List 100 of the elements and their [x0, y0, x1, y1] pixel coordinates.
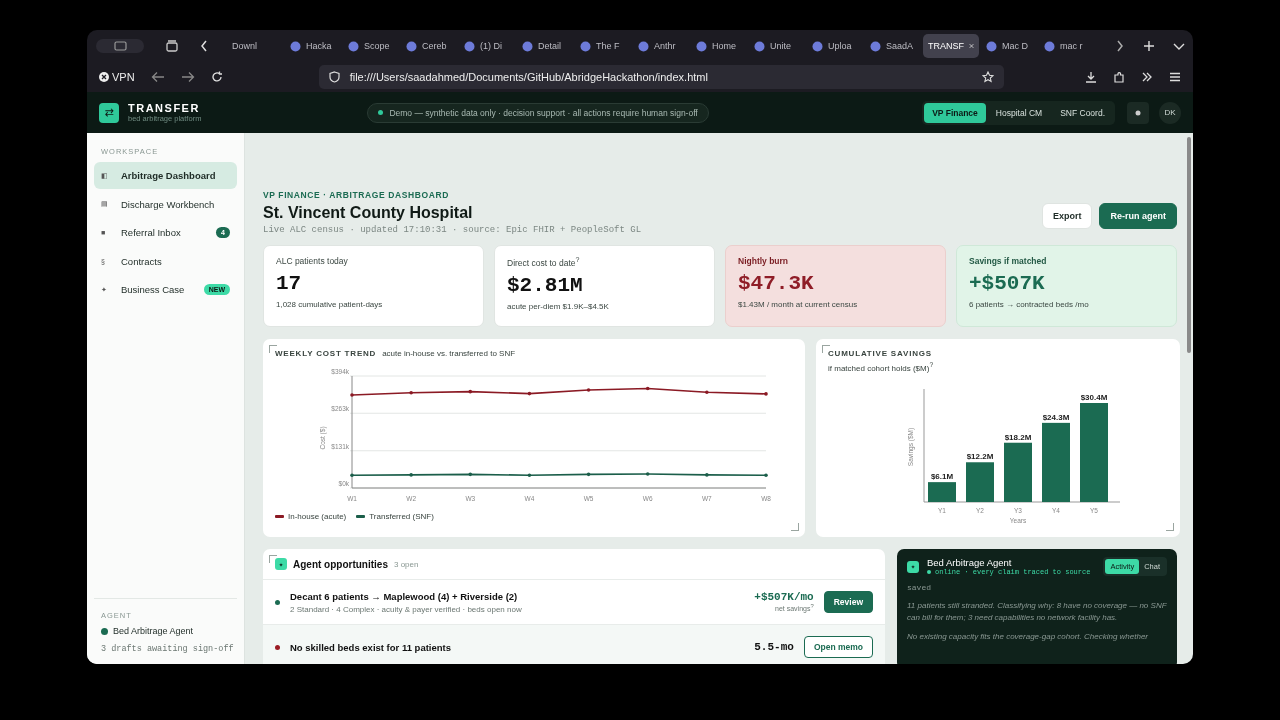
kpi-label: Nightly burn — [738, 256, 790, 266]
chevron-right-icon[interactable] — [1115, 39, 1125, 53]
vpn-button[interactable]: VPN — [99, 71, 135, 83]
settings-button[interactable] — [1127, 101, 1149, 124]
kpi-label: Savings if matched — [969, 256, 1048, 266]
browser-tab[interactable]: The F — [575, 34, 631, 58]
chart-title: WEEKLY COST TREND — [275, 349, 377, 358]
chart-title: CUMULATIVE SAVINGS — [828, 349, 933, 358]
browser-tab[interactable]: mac r — [1039, 34, 1095, 58]
tab-overview-icon[interactable] — [165, 39, 179, 53]
role-tab[interactable]: VP Finance — [924, 102, 986, 123]
close-icon[interactable] — [969, 42, 974, 50]
rerun-button[interactable]: Re-run agent — [1099, 203, 1177, 229]
double-chevron-icon[interactable] — [1141, 71, 1153, 83]
forward-icon[interactable] — [180, 71, 195, 83]
user-avatar[interactable]: DK — [1159, 101, 1181, 124]
kpi-note: 6 patients → contracted beds /mo — [969, 300, 1090, 309]
browser-tab[interactable]: Anthr — [633, 34, 689, 58]
log-label: saved — [907, 583, 932, 592]
data-point — [645, 386, 650, 391]
extensions-icon[interactable] — [1113, 71, 1125, 83]
browser-tab[interactable]: SaadA — [865, 34, 921, 58]
chevron-down-icon[interactable] — [1173, 41, 1185, 51]
action-button[interactable]: Open memo — [803, 636, 873, 658]
data-point — [468, 389, 473, 394]
browser-tab[interactable]: Mac D — [981, 34, 1037, 58]
data-label: $30.4M — [1080, 392, 1108, 402]
agent-name: Bed Arbitrage Agent — [113, 626, 194, 636]
data-point — [527, 473, 532, 477]
data-label: $24.3M — [1042, 412, 1070, 422]
star-icon[interactable] — [981, 71, 994, 83]
page-title: St. Vincent County Hospital — [263, 204, 474, 222]
log-message: 11 patients still stranded. Classifying why: 8 have no coverage — no SNF can bill for them; 3 need capabilities no network facility has. — [907, 600, 1167, 624]
data-point — [586, 472, 591, 477]
opportunity-value: +$507K/mo — [754, 591, 814, 604]
data-point — [764, 392, 768, 396]
data-point — [350, 473, 354, 477]
open-count: 3 open — [394, 559, 419, 569]
data-point — [705, 390, 709, 394]
opportunity-value: 5.5-mo — [754, 641, 794, 653]
dot-icon — [1135, 109, 1141, 116]
role-tab[interactable]: SNF Coord. — [1052, 102, 1113, 123]
legend-label: In-house (acute) — [288, 512, 347, 521]
data-point — [645, 472, 650, 476]
chevron-left-icon[interactable] — [199, 39, 209, 53]
log-message: No existing capacity fits the coverage-gap cohort. Checking whether — [907, 631, 1149, 643]
browser-tab[interactable]: Unite — [749, 34, 805, 58]
close-icon — [99, 72, 109, 82]
reload-icon[interactable] — [210, 71, 223, 83]
role-tab[interactable]: Hospital CM — [987, 102, 1051, 123]
export-button[interactable]: Export — [1041, 203, 1093, 229]
page-subtitle: Live ALC census · updated 17:10:31 · source: Epic FHIR + PeopleSoft GL — [263, 225, 642, 235]
kpi-value: $2.81M — [507, 273, 584, 297]
browser-tab[interactable]: Downl — [227, 34, 283, 58]
bar — [1004, 442, 1032, 502]
chart-subtitle: if matched cohort holds ($M)$^{?}$ — [828, 361, 935, 373]
data-label: $18.2M — [1004, 432, 1032, 442]
data-point — [586, 388, 591, 392]
sidebar-toggle-icon[interactable] — [95, 38, 145, 54]
kpi-value: $47.3K — [738, 272, 815, 295]
demo-notice: Demo — synthetic data only · decision support · all actions require human sign-off — [367, 102, 709, 123]
brand-name: TRANSFER — [128, 102, 201, 114]
scrollbar[interactable] — [1187, 137, 1191, 353]
browser-tab[interactable]: Home — [691, 34, 747, 58]
bar — [966, 461, 994, 502]
back-icon[interactable] — [150, 71, 165, 83]
agent-note: 3 drafts awaiting sign-off — [100, 644, 235, 654]
data-point — [527, 391, 532, 396]
kpi-note: 1,028 cumulative patient-days — [276, 300, 384, 309]
action-button[interactable]: Review — [823, 591, 873, 613]
data-point — [468, 472, 473, 477]
page-eyebrow: VP FINANCE · ARBITRAGE DASHBOARD — [263, 190, 450, 200]
address-field[interactable]: file:///Users/saadahmed/Documents/GitHub/AbridgeHackathon/index.html — [318, 65, 1004, 89]
browser-tab[interactable]: Scope — [343, 34, 399, 58]
kpi-note: acute per-diem $1.9K–$4.5K — [507, 301, 610, 311]
browser-tab[interactable]: TRANSF — [923, 34, 979, 58]
data-point — [350, 393, 354, 397]
menu-icon[interactable] — [1169, 71, 1181, 83]
kpi-note: $1.43M / month at current census — [738, 300, 859, 309]
chart-subtitle: acute in-house vs. transferred to SNF — [382, 349, 516, 358]
kpi-value: +$507K — [969, 272, 1046, 295]
kpi-label: Direct cost to date$^{?}$ — [507, 256, 581, 268]
browser-tab[interactable]: Hacka — [285, 34, 341, 58]
browser-tab[interactable]: (1) Di — [459, 34, 515, 58]
data-point — [409, 390, 413, 395]
opportunity-detail: 2 Standard · 4 Complex · acuity & payer verified · beds open now — [290, 604, 523, 614]
plus-icon[interactable] — [1143, 40, 1155, 52]
data-label: $12.2M — [966, 451, 994, 461]
legend-label: Transferred (SNF) — [369, 512, 434, 521]
kpi-value: 17 — [276, 272, 303, 295]
opportunity-title: No skilled beds exist for 11 patients — [290, 641, 453, 653]
download-icon[interactable] — [1085, 71, 1097, 83]
browser-tab[interactable]: Uploa — [807, 34, 863, 58]
logo-mark: ⇄ — [99, 102, 119, 123]
card-title: Agent opportunities — [293, 558, 388, 570]
data-point — [705, 473, 709, 477]
kpi-label: ALC patients today — [276, 256, 349, 266]
browser-tab[interactable]: Cereb — [401, 34, 457, 58]
browser-tab[interactable]: Detail — [517, 34, 573, 58]
status-dot — [101, 627, 108, 635]
